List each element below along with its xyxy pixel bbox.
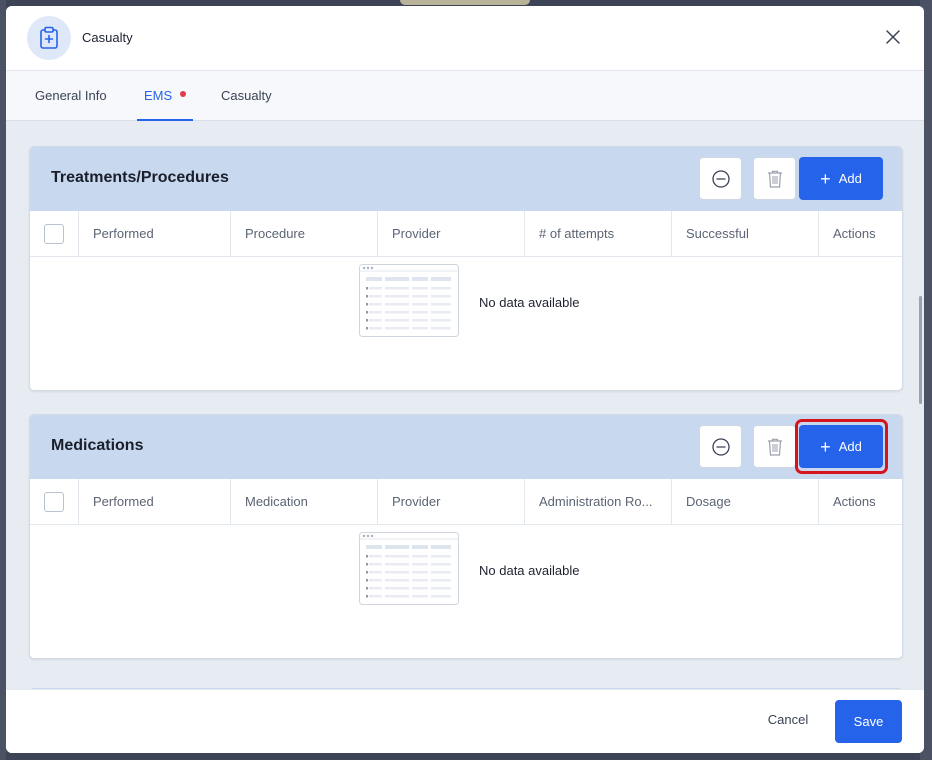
save-button[interactable]: Save — [835, 700, 902, 743]
column-header[interactable]: Dosage — [671, 479, 818, 525]
tab-ems[interactable]: EMS — [137, 71, 194, 121]
plus-icon: + — [820, 436, 831, 457]
column-header[interactable]: Administration Ro... — [524, 479, 671, 525]
tab-status-dot — [180, 91, 187, 97]
vertical-scrollbar[interactable] — [919, 296, 922, 404]
modal-footer: Cancel Save — [6, 689, 924, 753]
column-header[interactable]: Performed — [78, 479, 230, 525]
modal-content[interactable]: Treatments/Procedures + Add Performed Pr… — [6, 121, 924, 689]
delete-button[interactable] — [753, 425, 796, 468]
table-header: Performed Medication Provider Administra… — [30, 479, 902, 525]
section-title: Treatments/Procedures — [51, 169, 229, 186]
casualty-modal: Casualty General Info EMS Casualty Treat… — [6, 6, 924, 753]
column-header[interactable]: Provider — [377, 211, 524, 257]
collapse-button[interactable] — [699, 425, 742, 468]
plus-icon: + — [820, 168, 831, 189]
column-header[interactable]: Performed — [78, 211, 230, 257]
add-label: Add — [838, 439, 862, 454]
add-medication-button[interactable]: + Add — [799, 425, 883, 468]
empty-state: No data available — [30, 257, 902, 347]
empty-state: No data available — [30, 525, 902, 615]
tab-label: EMS — [144, 88, 173, 103]
treatments-procedures-section: Treatments/Procedures + Add Performed Pr… — [29, 146, 903, 391]
section-title: Medications — [51, 437, 144, 454]
column-header[interactable]: Procedure — [230, 211, 377, 257]
table-header: Performed Procedure Provider # of attemp… — [30, 211, 902, 257]
column-header[interactable]: # of attempts — [524, 211, 671, 257]
tab-casualty[interactable]: Casualty — [221, 71, 272, 121]
tab-label: General Info — [35, 88, 107, 103]
trash-icon — [767, 170, 782, 188]
empty-state-text: No data available — [479, 295, 580, 310]
section-header: Medications + Add — [30, 415, 902, 479]
tab-bar: General Info EMS Casualty — [6, 71, 924, 121]
cancel-button[interactable]: Cancel — [752, 698, 824, 742]
add-procedure-button[interactable]: + Add — [799, 157, 883, 200]
close-icon[interactable] — [884, 28, 902, 46]
select-all-checkbox[interactable] — [44, 492, 64, 512]
minus-circle-icon — [711, 437, 730, 456]
column-header[interactable]: Provider — [377, 479, 524, 525]
delete-button[interactable] — [753, 157, 796, 200]
minus-circle-icon — [711, 169, 730, 188]
empty-table-icon — [359, 532, 459, 605]
trash-icon — [767, 438, 782, 456]
tab-general-info[interactable]: General Info — [35, 71, 107, 121]
column-header: Actions — [818, 479, 902, 525]
empty-table-icon — [359, 264, 459, 337]
add-label: Add — [838, 171, 862, 186]
column-header[interactable]: Medication — [230, 479, 377, 525]
clipboard-medical-icon — [27, 16, 71, 60]
tab-label: Casualty — [221, 88, 272, 103]
select-all-checkbox[interactable] — [44, 224, 64, 244]
empty-state-text: No data available — [479, 563, 580, 578]
background-top-element — [400, 0, 530, 5]
modal-title: Casualty — [82, 30, 133, 45]
collapse-button[interactable] — [699, 157, 742, 200]
section-header: Treatments/Procedures + Add — [30, 147, 902, 211]
column-header[interactable]: Successful — [671, 211, 818, 257]
medications-section: Medications + Add Performed Medication P… — [29, 414, 903, 659]
column-header: Actions — [818, 211, 902, 257]
modal-header: Casualty — [6, 6, 924, 71]
